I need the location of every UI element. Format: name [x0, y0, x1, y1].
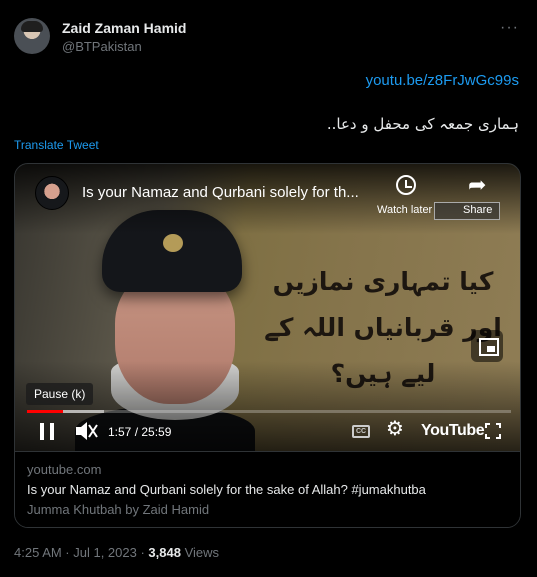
pause-icon[interactable]: [40, 423, 54, 440]
share-label[interactable]: Share: [463, 204, 492, 216]
tweet-footer: 4:25 AM · Jul 1, 2023 · 3,848 Views: [14, 545, 219, 560]
more-options-icon[interactable]: ···: [500, 19, 519, 37]
pause-tooltip: Pause (k): [26, 383, 94, 405]
video-time: 1:57 / 25:59: [108, 425, 172, 439]
youtube-logo[interactable]: YouTube: [421, 422, 485, 440]
progress-bar[interactable]: [27, 410, 511, 413]
tweet-text: ہماری جمعہ کی محفل و دعا..: [326, 115, 519, 133]
share-icon[interactable]: ➦: [468, 174, 486, 196]
author-handle[interactable]: @BTPakistan: [62, 39, 142, 54]
pip-icon[interactable]: [471, 330, 503, 362]
channel-avatar[interactable]: [35, 176, 69, 210]
video-title[interactable]: Is your Namaz and Qurbani solely for th.…: [82, 184, 382, 201]
mute-icon[interactable]: [74, 420, 98, 442]
card-description: Jumma Khutbah by Zaid Hamid: [27, 502, 210, 517]
translate-tweet-link[interactable]: Translate Tweet: [14, 138, 99, 152]
views-label: Views: [180, 545, 220, 560]
cc-icon[interactable]: CC: [352, 425, 370, 438]
tweet-link[interactable]: youtu.be/z8FrJwGc99s: [366, 72, 519, 89]
gear-icon[interactable]: ⚙: [386, 419, 404, 439]
author-avatar[interactable]: [14, 18, 50, 54]
video-card[interactable]: کیا تمہاری نمازیں اور قربانیاں اللہ کے ل…: [14, 163, 521, 528]
card-meta[interactable]: youtube.com Is your Namaz and Qurbani so…: [15, 451, 520, 527]
card-domain: youtube.com: [27, 462, 102, 477]
fullscreen-icon[interactable]: [485, 423, 501, 439]
tweet-timestamp[interactable]: 4:25 AM · Jul 1, 2023 ·: [14, 545, 148, 560]
views-count: 3,848: [148, 545, 181, 560]
author-name[interactable]: Zaid Zaman Hamid: [62, 20, 186, 36]
card-title[interactable]: Is your Namaz and Qurbani solely for the…: [27, 482, 426, 497]
clock-icon[interactable]: [396, 175, 416, 195]
watch-later-label[interactable]: Watch later: [377, 204, 432, 216]
video-player[interactable]: کیا تمہاری نمازیں اور قربانیاں اللہ کے ل…: [15, 164, 520, 451]
progress-played: [27, 410, 64, 413]
